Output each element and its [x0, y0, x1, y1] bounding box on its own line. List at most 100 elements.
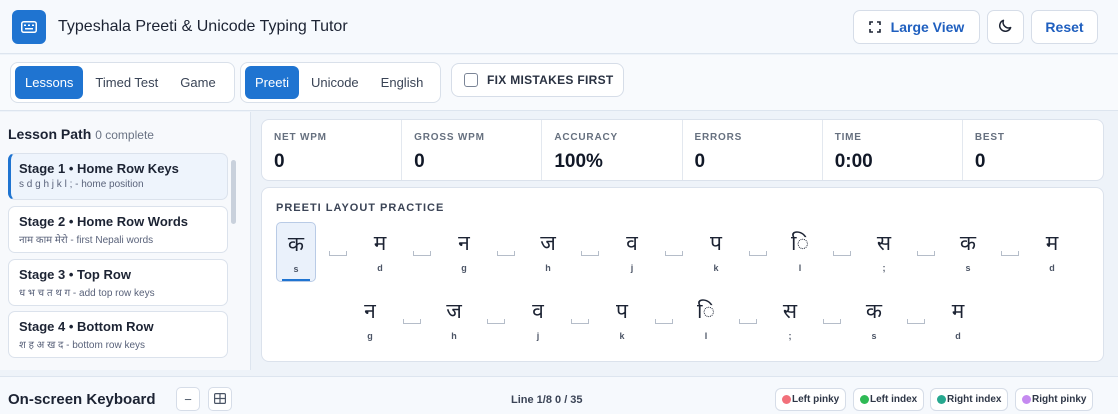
- practice-char: कs: [948, 222, 988, 282]
- tab-game[interactable]: Game: [170, 66, 225, 99]
- legend-right-index: Right index: [930, 388, 1009, 411]
- keyboard-bar: On-screen Keyboard − Line 1/8 0 / 35 Lef…: [0, 376, 1118, 414]
- legend-label: Left pinky: [792, 394, 840, 405]
- stat-time: TIME 0:00: [823, 120, 963, 180]
- space-symbol-icon: [665, 251, 683, 256]
- char-key-hint: s: [871, 331, 877, 341]
- char-key-hint: k: [619, 331, 625, 341]
- char-glyph: म: [373, 231, 387, 255]
- fix-mistakes-checkbox[interactable]: [464, 73, 478, 87]
- moon-icon: [998, 18, 1013, 36]
- large-view-button[interactable]: Large View: [853, 10, 980, 44]
- keyboard-layout-button[interactable]: [208, 387, 232, 411]
- legend-label: Right index: [947, 394, 1002, 405]
- stat-accuracy: ACCURACY 100%: [542, 120, 683, 180]
- space-marker: [736, 222, 780, 282]
- line-progress: Line 1/8 0 / 35: [511, 394, 583, 406]
- tab-timed-test[interactable]: Timed Test: [85, 66, 168, 99]
- char-key-hint: j: [630, 263, 634, 273]
- char-glyph: ि: [791, 231, 809, 255]
- stage-card-3[interactable]: Stage 3 • Top Row ध भ च त थ ग - add top …: [8, 259, 228, 306]
- app-header: Typeshala Preeti & Unicode Typing Tutor …: [0, 0, 1118, 54]
- legend-right-pinky: Right pinky: [1015, 388, 1094, 411]
- char-glyph: न: [458, 231, 470, 255]
- space-symbol-icon: [655, 319, 673, 324]
- space-marker: [810, 290, 854, 350]
- collapse-keyboard-button[interactable]: −: [176, 387, 200, 411]
- stage-card-2[interactable]: Stage 2 • Home Row Words नाम काम मेरो - …: [8, 206, 228, 253]
- char-key-hint: ;: [882, 263, 886, 273]
- char-key-hint: d: [955, 331, 961, 341]
- tab-preeti[interactable]: Preeti: [245, 66, 299, 99]
- char-glyph: ज: [446, 299, 462, 323]
- space-marker: [652, 222, 696, 282]
- char-glyph: स: [782, 299, 798, 323]
- char-glyph: क: [959, 231, 977, 255]
- sidebar-scrollbar[interactable]: [231, 160, 236, 224]
- layout-tabs: Preeti Unicode English: [240, 62, 441, 103]
- practice-char: जh: [434, 290, 474, 350]
- char-glyph: म: [951, 299, 965, 323]
- practice-char: कs: [276, 222, 316, 282]
- char-key-hint: j: [536, 331, 540, 341]
- char-key-hint: g: [367, 331, 373, 341]
- space-marker: [988, 222, 1032, 282]
- stage-title: Stage 4 • Bottom Row: [19, 319, 154, 334]
- tab-english[interactable]: English: [371, 66, 434, 99]
- stat-net-wpm: NET WPM 0: [262, 120, 403, 180]
- space-marker: [894, 290, 938, 350]
- stage-subtitle: ध भ च त थ ग - add top row keys: [19, 288, 155, 299]
- fullscreen-icon: [868, 21, 881, 33]
- space-symbol-icon: [329, 251, 347, 256]
- stat-label: BEST: [974, 132, 1005, 143]
- space-symbol-icon: [497, 251, 515, 256]
- stat-label: NET WPM: [274, 132, 327, 143]
- stat-label: ACCURACY: [554, 132, 618, 143]
- space-symbol-icon: [907, 319, 925, 324]
- char-glyph: म: [1045, 231, 1059, 255]
- fix-mistakes-toggle[interactable]: FIX MISTAKES FIRST: [451, 63, 624, 97]
- keyboard-title: On-screen Keyboard: [8, 391, 156, 408]
- mode-tabs: Lessons Timed Test Game: [10, 62, 235, 103]
- stat-label: TIME: [834, 132, 862, 143]
- stage-card-4[interactable]: Stage 4 • Bottom Row श ह अ ख द - bottom …: [8, 311, 228, 358]
- char-glyph: क: [287, 232, 305, 256]
- toolbar: Lessons Timed Test Game Preeti Unicode E…: [0, 55, 1118, 111]
- lesson-progress: 0 complete: [95, 128, 154, 142]
- stat-value: 0: [694, 151, 706, 172]
- char-key-hint: g: [461, 263, 467, 273]
- stage-title: Stage 1 • Home Row Keys: [19, 161, 179, 176]
- char-key-hint: ;: [788, 331, 792, 341]
- space-marker: [474, 290, 518, 350]
- finger-color-dot: [860, 395, 869, 404]
- tab-unicode[interactable]: Unicode: [301, 66, 369, 99]
- tab-lessons[interactable]: Lessons: [15, 66, 84, 99]
- space-marker: [642, 290, 686, 350]
- practice-title: PREETI LAYOUT PRACTICE: [276, 202, 445, 214]
- practice-char: मd: [938, 290, 978, 350]
- stat-value: 0: [274, 151, 285, 172]
- keyboard-logo-icon: [12, 10, 46, 44]
- legend-label: Right pinky: [1032, 394, 1087, 405]
- char-glyph: व: [626, 231, 638, 255]
- app-title: Typeshala Preeti & Unicode Typing Tutor: [58, 18, 348, 35]
- char-key-hint: h: [545, 263, 551, 273]
- stage-subtitle: नाम काम मेरो - first Nepali words: [19, 235, 154, 246]
- space-symbol-icon: [403, 319, 421, 324]
- space-marker: [484, 222, 528, 282]
- space-symbol-icon: [581, 251, 599, 256]
- stat-value: 0:00: [834, 151, 873, 172]
- practice-char: पk: [602, 290, 642, 350]
- theme-toggle-button[interactable]: [987, 10, 1024, 44]
- stage-card-1[interactable]: Stage 1 • Home Row Keys s d g h j k l ; …: [8, 153, 228, 200]
- reset-button[interactable]: Reset: [1031, 10, 1098, 44]
- char-glyph: प: [616, 299, 628, 323]
- char-key-hint: d: [1049, 263, 1055, 273]
- space-symbol-icon: [413, 251, 431, 256]
- char-glyph: ि: [697, 299, 715, 323]
- space-marker: [820, 222, 864, 282]
- fix-mistakes-label: FIX MISTAKES FIRST: [487, 73, 614, 87]
- finger-color-dot: [937, 395, 946, 404]
- practice-char: कs: [854, 290, 894, 350]
- char-key-hint: h: [451, 331, 457, 341]
